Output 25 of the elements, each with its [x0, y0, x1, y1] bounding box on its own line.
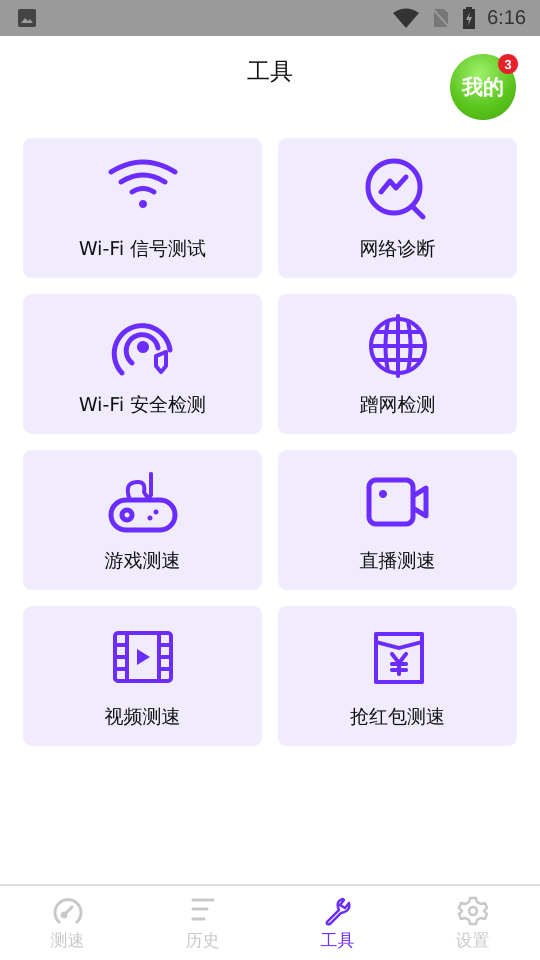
settings-icon	[456, 894, 488, 926]
notification-badge: 3	[498, 54, 518, 74]
tool-card[interactable]: 蹭网检测	[278, 294, 517, 434]
tool-card[interactable]: 网络诊断	[278, 138, 517, 278]
tool-label: 蹭网检测	[360, 393, 436, 418]
tool-card[interactable]: 直播测速	[278, 450, 517, 590]
image-icon	[17, 8, 37, 28]
tool-label: 直播测速	[360, 549, 436, 574]
tool-label: Wi-Fi 信号测试	[78, 237, 206, 262]
tool-card[interactable]: Wi-Fi 安全检测	[23, 294, 262, 434]
tool-label: 视频测速	[104, 705, 180, 730]
page-title: 工具	[247, 58, 293, 86]
nav-tab[interactable]: 工具	[270, 886, 405, 960]
tool-card[interactable]: Wi-Fi 信号测试	[23, 138, 262, 278]
tool-label: 网络诊断	[360, 237, 436, 262]
status-time: 6:16	[487, 6, 526, 30]
tool-label: Wi-Fi 安全检测	[78, 393, 206, 418]
tool-card[interactable]: 游戏测速	[23, 450, 262, 590]
gamepad-icon	[108, 470, 178, 534]
battery-icon	[463, 7, 476, 29]
tool-label: 抢红包测速	[350, 705, 445, 730]
tool-card[interactable]: 抢红包测速	[278, 606, 517, 746]
wifi-signal-icon	[393, 8, 420, 28]
tool-card[interactable]: 视频测速	[23, 606, 262, 746]
tool-label: 游戏测速	[104, 549, 180, 574]
